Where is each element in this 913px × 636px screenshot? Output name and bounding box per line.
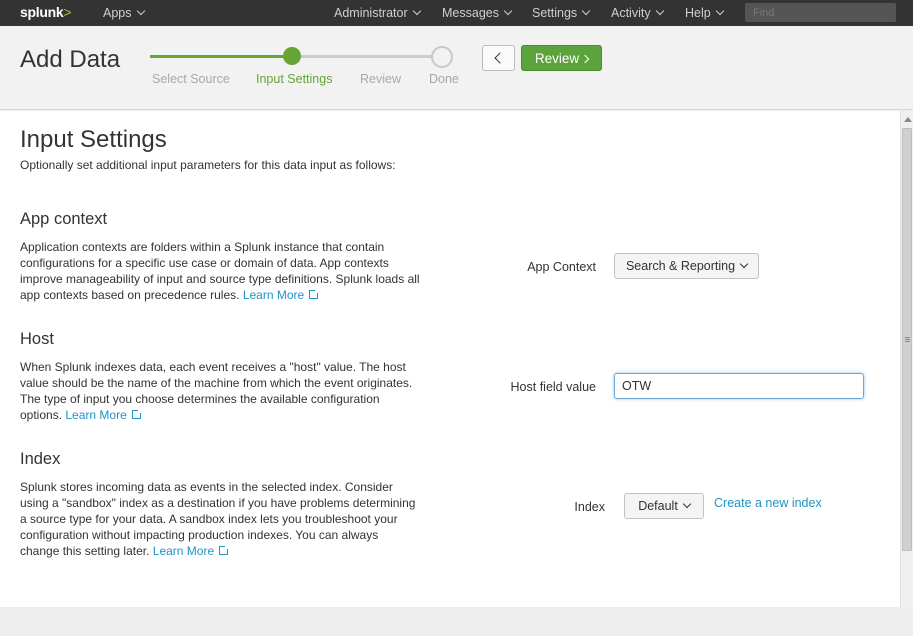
- chevron-down-icon: [136, 6, 145, 16]
- page-title: Add Data: [20, 46, 121, 73]
- splunk-logo[interactable]: splunk>: [20, 4, 72, 20]
- step-review: Review: [360, 72, 401, 86]
- external-link-icon: [219, 545, 230, 555]
- index-label: Index: [574, 500, 605, 514]
- chevron-down-icon: [412, 6, 421, 16]
- app-context-description-text: Application contexts are folders within …: [20, 240, 420, 302]
- app-context-description: Application contexts are folders within …: [20, 239, 420, 303]
- progress-track-remaining: [292, 55, 442, 58]
- back-button[interactable]: [482, 45, 515, 71]
- apps-label: Apps: [103, 6, 132, 20]
- chevron-down-icon: [739, 259, 749, 269]
- app-context-label: App Context: [527, 260, 596, 274]
- progress-track-complete: [150, 55, 292, 58]
- chevron-down-icon: [715, 6, 724, 16]
- external-link-icon: [309, 289, 320, 299]
- app-context-value: Search & Reporting: [625, 259, 736, 273]
- host-field-label: Host field value: [510, 380, 596, 394]
- host-heading: Host: [20, 330, 54, 348]
- chevron-down-icon: [503, 6, 513, 16]
- help-label: Help: [685, 6, 711, 20]
- index-heading: Index: [20, 450, 61, 468]
- step-marker-done: [431, 46, 453, 68]
- chevron-down-icon: [682, 499, 692, 509]
- chevron-down-icon: [655, 6, 664, 16]
- review-button-label: Review: [534, 51, 580, 66]
- add-data-header: Add Data Select Source Input Settings Re…: [0, 26, 913, 110]
- create-new-index-link[interactable]: Create a new index: [714, 496, 822, 510]
- app-context-heading: App context: [20, 210, 108, 228]
- messages-label: Messages: [442, 6, 499, 20]
- logo-text: splunk: [20, 4, 64, 20]
- wizard-progress: [150, 46, 453, 68]
- section-subtitle: Optionally set additional input paramete…: [20, 158, 396, 172]
- top-nav-bar: splunk> Apps Administrator Messages Sett…: [0, 0, 913, 26]
- index-dropdown[interactable]: Default: [624, 493, 704, 519]
- footer-area: [0, 607, 913, 636]
- input-settings-panel: Input Settings Optionally set additional…: [0, 111, 900, 607]
- step-done: Done: [429, 72, 459, 86]
- administrator-menu[interactable]: Administrator: [334, 6, 421, 20]
- step-marker-current: [283, 47, 301, 65]
- index-learn-more-link[interactable]: Learn More: [152, 544, 230, 558]
- chevron-left-icon: [494, 52, 506, 64]
- step-input-settings: Input Settings: [256, 72, 333, 86]
- grip-icon: [905, 337, 910, 338]
- messages-menu[interactable]: Messages: [442, 6, 513, 20]
- review-button[interactable]: Review: [521, 45, 602, 71]
- host-learn-more-link[interactable]: Learn More: [65, 408, 142, 422]
- index-value: Default: [638, 499, 678, 513]
- external-link-icon: [131, 409, 142, 419]
- index-description: Splunk stores incoming data as events in…: [20, 479, 420, 559]
- step-select-source[interactable]: Select Source: [152, 72, 230, 86]
- chevron-down-icon: [581, 6, 591, 16]
- find-input[interactable]: [745, 3, 896, 22]
- activity-menu[interactable]: Activity: [611, 6, 664, 20]
- activity-label: Activity: [611, 6, 651, 20]
- scroll-thumb[interactable]: [902, 128, 912, 551]
- page-scrollbar[interactable]: [900, 111, 913, 607]
- learn-more-label: Learn More: [242, 288, 305, 302]
- host-description: When Splunk indexes data, each event rec…: [20, 359, 420, 423]
- settings-label: Settings: [532, 6, 578, 20]
- administrator-label: Administrator: [334, 6, 408, 20]
- section-title: Input Settings: [20, 126, 167, 153]
- host-field-input[interactable]: [614, 373, 864, 399]
- app-context-learn-more-link[interactable]: Learn More: [242, 288, 320, 302]
- logo-mark: >: [63, 4, 72, 20]
- chevron-right-icon: [580, 54, 590, 64]
- apps-menu[interactable]: Apps: [103, 6, 145, 20]
- app-context-dropdown[interactable]: Search & Reporting: [614, 253, 759, 279]
- settings-menu[interactable]: Settings: [532, 6, 591, 20]
- help-menu[interactable]: Help: [685, 6, 724, 20]
- learn-more-label: Learn More: [152, 544, 215, 558]
- learn-more-label: Learn More: [65, 408, 127, 422]
- scroll-up-arrow-icon[interactable]: [904, 117, 912, 122]
